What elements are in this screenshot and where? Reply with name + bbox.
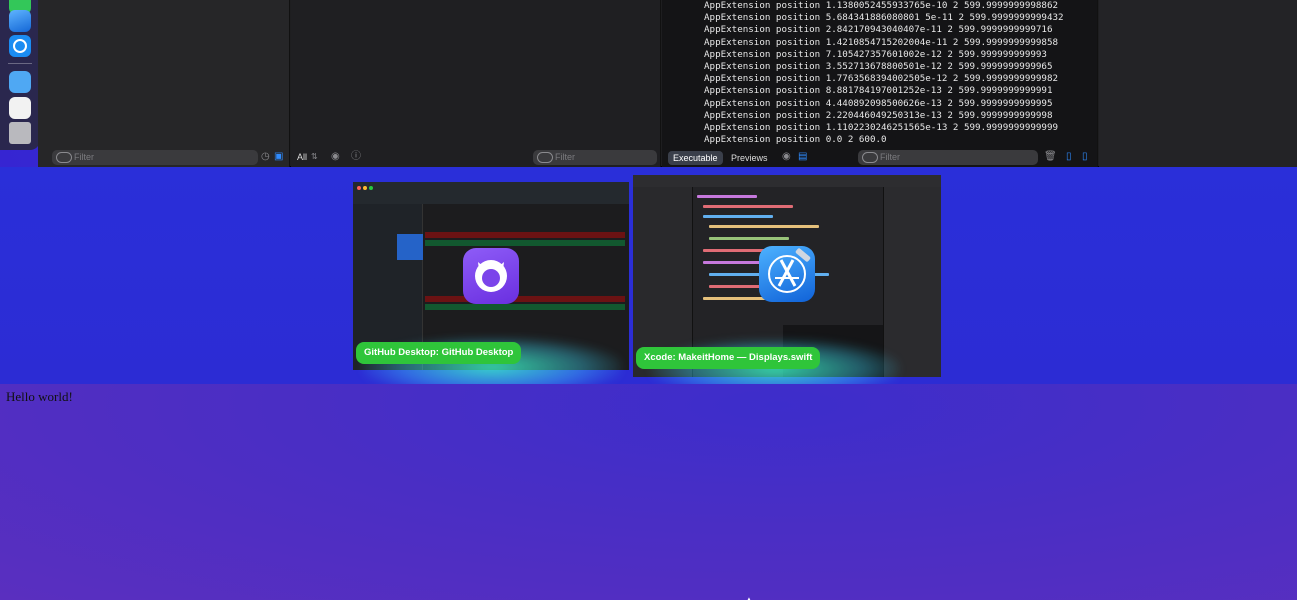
dock: [0, 0, 40, 150]
console-line: AppExtension position 2.842170943040407e…: [704, 24, 1053, 36]
split-right-icon[interactable]: ▯: [1082, 151, 1088, 163]
console-line: AppExtension position 8.881784197001252e…: [704, 85, 1053, 97]
navigator-filter-field[interactable]: Filter: [52, 150, 258, 165]
mouse-cursor-icon: ▲: [745, 595, 753, 600]
console-line: AppExtension position 1.7763568394002505…: [704, 73, 1059, 85]
app-label-xcode: Xcode: MakeitHome — Displays.swift: [636, 347, 821, 369]
console-line: AppExtension position 7.105427357601002e…: [704, 48, 1047, 60]
navigator-pane: Filter ◷ ▣: [38, 0, 290, 167]
console-line: AppExtension position 0.0 2 600.0: [704, 134, 887, 146]
editor-pane: All ⇅ ◉ ⓘ Filter: [291, 0, 661, 167]
github-desktop-icon: [463, 248, 519, 304]
document-icon[interactable]: [9, 97, 31, 119]
dock-separator: [8, 63, 32, 64]
console-line: AppExtension position 3.552713678800501e…: [704, 61, 1053, 73]
console-pane: AppExtension position 1.1380052455933765…: [662, 0, 1098, 167]
console-filter-field[interactable]: Filter: [858, 150, 1038, 165]
inspector-pane: [1099, 0, 1297, 167]
trash-icon[interactable]: 🗑: [1044, 151, 1057, 163]
tab-previews[interactable]: Previews: [726, 151, 773, 165]
console-line: AppExtension position 1.1102230246251565…: [704, 122, 1059, 134]
console-line: AppExtension position 4.440892098500626e…: [704, 97, 1053, 109]
info-icon[interactable]: ⓘ: [351, 151, 361, 163]
console-line: AppExtension position 2.220446049250313e…: [704, 109, 1053, 121]
eye-icon[interactable]: ◉: [331, 151, 340, 163]
filter-icon: [56, 152, 72, 163]
trash-icon[interactable]: [9, 122, 31, 144]
console-mode-icon[interactable]: ▤: [798, 151, 807, 163]
tab-executable[interactable]: Executable: [668, 151, 723, 165]
console-output: AppExtension position 1.1380052455933765…: [704, 0, 1094, 146]
sync-app-icon[interactable]: [9, 35, 31, 57]
scope-chevron-icon: ⇅: [311, 152, 318, 161]
editor-filter-field[interactable]: Filter: [533, 150, 657, 165]
filter-icon: [537, 152, 553, 163]
xcode-icon: [759, 246, 815, 302]
scope-selector[interactable]: All: [297, 152, 307, 162]
console-line: AppExtension position 1.1380052455933765…: [704, 0, 1059, 11]
app-label-github-desktop: GitHub Desktop: GitHub Desktop: [356, 342, 522, 364]
applications-folder-icon[interactable]: [9, 71, 31, 93]
hello-text: Hello world!: [6, 389, 73, 404]
recent-clock-icon[interactable]: ◷: [261, 151, 270, 163]
split-left-icon[interactable]: ▯: [1066, 151, 1072, 163]
console-line: AppExtension position 1.4210854715202004…: [704, 36, 1059, 48]
app-switcher: GitHub Desktop: GitHub Desktop Xcode: Ma…: [0, 167, 1297, 399]
source-control-filter-icon[interactable]: ▣: [274, 151, 283, 163]
console-line: AppExtension position 5.684341886080801 …: [704, 12, 1064, 24]
xcode-window: Filter ◷ ▣ All ⇅ ◉ ⓘ Filter AppExtension…: [38, 0, 1297, 167]
filter-icon: [862, 152, 878, 163]
eye-icon[interactable]: ◉: [782, 151, 791, 163]
xcode-dock-icon[interactable]: [9, 10, 31, 32]
page-content: Hello world! ▲: [0, 384, 1297, 600]
